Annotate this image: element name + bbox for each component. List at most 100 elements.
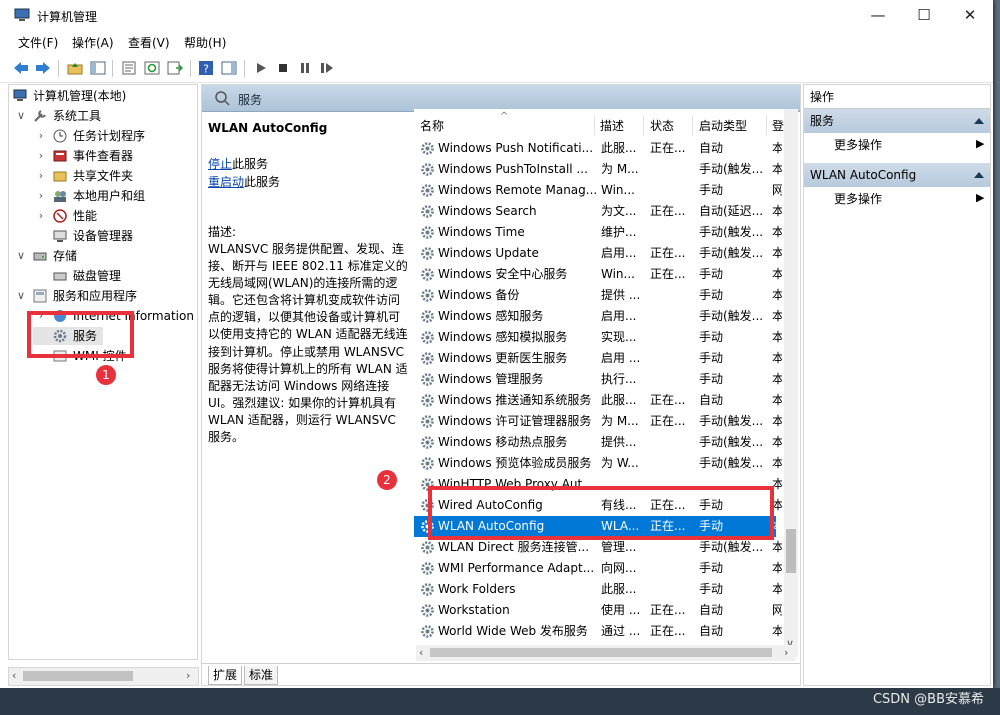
table-row[interactable]: Windows 安全中心服务 Win... 正在... 手动 本 [414, 264, 782, 285]
export-list-icon[interactable] [166, 59, 184, 77]
menu-file[interactable]: 文件(F) [18, 34, 58, 51]
cell-name: Work Folders [438, 582, 516, 596]
table-row[interactable]: Windows Push Notificati... 此服... 正在... 自动 本 [414, 138, 782, 159]
table-row[interactable]: World Wide Web 发布服务通过 ... 正在... 自动 本 [414, 621, 782, 642]
table-row[interactable]: Windows 管理服务 执行... 手动 本 [414, 369, 782, 390]
refresh-icon[interactable] [143, 59, 161, 77]
actions-section-services[interactable]: 服务 [804, 109, 990, 133]
service-gear-icon [421, 226, 434, 239]
performance-icon [53, 209, 67, 223]
window-title: 计算机管理 [37, 10, 98, 24]
back-icon[interactable] [12, 59, 30, 77]
table-row[interactable]: Windows 感知服务 启用... 手动(触发... 本 [414, 306, 782, 327]
cell-logon: 本 [772, 222, 782, 243]
cell-startup: 手动 [699, 372, 724, 386]
service-gear-icon [421, 625, 434, 638]
column-status[interactable]: 状态 [650, 117, 674, 134]
table-row[interactable]: WLAN Direct 服务连接管... 管理... 手动(触发... 本 [414, 537, 782, 558]
scroll-right-icon[interactable]: › [186, 669, 190, 682]
tree-horizontal-scrollbar[interactable]: ‹ › [8, 667, 199, 686]
cell-logon: 本 [772, 306, 782, 327]
computer-management-icon [14, 8, 30, 21]
up-folder-icon[interactable] [66, 59, 84, 77]
collapse-icon[interactable] [974, 118, 984, 124]
table-row[interactable]: Windows 许可证管理器服务为 M... 正在... 手动(触发... 本 [414, 411, 782, 432]
table-row[interactable]: Windows Update 启用... 正在... 手动(触发... 本 [414, 243, 782, 264]
pause-service-icon[interactable] [296, 59, 314, 77]
table-header: 名称 ^ 描述 状态 启动类型 登 [414, 111, 792, 137]
table-row[interactable]: Windows 推送通知系统服务此服... 正在... 自动 本 [414, 390, 782, 411]
cell-name: Windows 管理服务 [438, 372, 544, 386]
column-startup-type[interactable]: 启动类型 [699, 117, 747, 134]
chevron-right-icon[interactable]: › [35, 147, 47, 165]
chevron-down-icon[interactable]: ∨ [15, 107, 27, 125]
tab-extended[interactable]: 扩展 [208, 666, 243, 685]
chevron-down-icon[interactable]: ∨ [15, 287, 27, 305]
watermark: CSDN @BB安慕希 [872, 692, 984, 707]
menu-help[interactable]: 帮助(H) [184, 34, 226, 51]
table-row[interactable]: Windows 感知模拟服务 实现... 手动 本 [414, 327, 782, 348]
start-service-icon[interactable] [252, 59, 270, 77]
computer-icon [13, 89, 27, 101]
column-name[interactable]: 名称 [420, 117, 444, 134]
chevron-right-icon[interactable]: › [35, 207, 47, 225]
properties-icon[interactable] [120, 59, 138, 77]
table-row[interactable]: Windows 更新医生服务 启用 ... 手动 本 [414, 348, 782, 369]
submenu-arrow-icon[interactable]: ▶ [976, 191, 984, 204]
service-gear-icon [421, 331, 434, 344]
cell-logon: 本 [772, 453, 782, 474]
table-row[interactable]: Windows Search 为文... 正在... 自动(延迟... 本 [414, 201, 782, 222]
action-pane-icon[interactable] [220, 59, 238, 77]
tab-standard[interactable]: 标准 [244, 666, 279, 685]
cell-startup: 手动 [699, 582, 724, 596]
table-vertical-thumb[interactable] [786, 529, 796, 573]
chevron-down-icon[interactable]: ∨ [15, 247, 27, 265]
more-actions-services[interactable]: 更多操作 [834, 135, 882, 155]
more-actions-wlan[interactable]: 更多操作 [834, 189, 882, 209]
collapse-icon[interactable] [974, 172, 984, 178]
show-tree-icon[interactable] [89, 59, 107, 77]
maximize-button[interactable]: ☐ [901, 0, 947, 30]
forward-icon[interactable] [34, 59, 52, 77]
minimize-button[interactable]: — [855, 0, 901, 30]
service-gear-icon [421, 373, 434, 386]
menu-view[interactable]: 查看(V) [128, 34, 170, 51]
table-horizontal-scrollbar[interactable]: ‹ › [416, 645, 796, 661]
tree-label: 任务计划程序 [73, 129, 146, 143]
table-row[interactable]: Windows PushToInstall ... 为 M... 手动(触发... 本 [414, 159, 782, 180]
restart-service-link[interactable]: 重启动 [208, 175, 244, 189]
table-row[interactable]: Workstation 使用 ... 正在... 自动 网 [414, 600, 782, 621]
table-row[interactable]: Windows 备份 提供 ... 手动 本 [414, 285, 782, 306]
cell-logon: 本 [772, 348, 782, 369]
scroll-left-icon[interactable]: ‹ [419, 646, 423, 659]
chevron-right-icon[interactable]: › [35, 167, 47, 185]
table-vertical-scrollbar[interactable]: ∨ [784, 109, 798, 657]
table-row[interactable]: Windows Time 维护... 手动(触发... 本 [414, 222, 782, 243]
menu-action[interactable]: 操作(A) [72, 34, 114, 51]
submenu-arrow-icon[interactable]: ▶ [976, 137, 984, 150]
chevron-right-icon[interactable]: › [35, 187, 47, 205]
services-pane-header: 服务 [202, 85, 800, 112]
table-row[interactable]: Windows 移动热点服务 提供... 手动(触发... 本 [414, 432, 782, 453]
cell-name: WMI Performance Adapt... [438, 561, 595, 575]
stop-service-icon[interactable] [274, 59, 292, 77]
stop-service-link[interactable]: 停止 [208, 157, 232, 171]
actions-section-wlan[interactable]: WLAN AutoConfig [804, 163, 990, 187]
restart-service-icon[interactable] [318, 59, 336, 77]
tree-scroll-thumb[interactable] [23, 671, 133, 681]
table-row[interactable]: Work Folders 此服... 手动 本 [414, 579, 782, 600]
table-row[interactable]: WMI Performance Adapt... 向网... 手动 本 [414, 558, 782, 579]
close-button[interactable]: ✕ [947, 0, 993, 30]
chevron-right-icon[interactable]: › [35, 127, 47, 145]
scroll-left-icon[interactable]: ‹ [12, 669, 16, 682]
column-logon[interactable]: 登 [772, 117, 784, 134]
table-row[interactable]: Windows Remote Manag...Win... 手动 网 [414, 180, 782, 201]
title-bar[interactable]: 计算机管理 — ☐ ✕ [0, 0, 993, 32]
help-icon[interactable]: ? [197, 59, 215, 77]
scroll-right-icon[interactable]: › [784, 646, 788, 659]
cell-desc: 执行... [601, 372, 637, 386]
table-row[interactable]: Windows 预览体验成员服务为 W... 手动(触发... 本 [414, 453, 782, 474]
cell-name: Windows Search [438, 204, 537, 218]
column-description[interactable]: 描述 [600, 117, 624, 134]
table-horizontal-thumb[interactable] [430, 648, 772, 657]
